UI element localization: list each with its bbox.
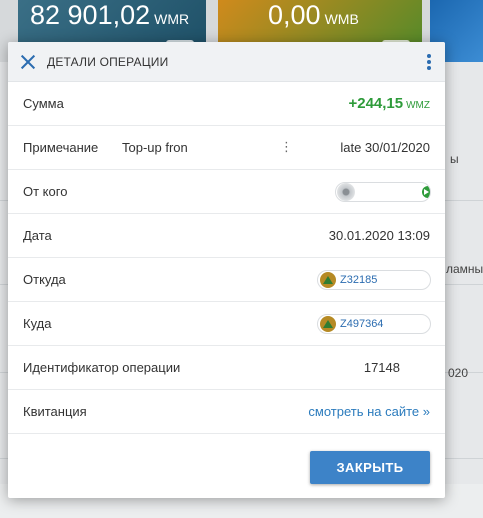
- dialog-title: ДЕТАЛИ ОПЕРАЦИИ: [47, 54, 169, 69]
- close-button[interactable]: ЗАКРЫТЬ: [310, 451, 430, 484]
- source-wallet-id: Z32185: [340, 273, 378, 286]
- wallet-card-balance: 0,00 WMB: [268, 0, 359, 30]
- operation-details-dialog: ДЕТАЛИ ОПЕРАЦИИ Сумма +244,15 WMZ Примеча…: [8, 42, 445, 498]
- destination-label: Куда: [23, 316, 52, 331]
- close-icon[interactable]: [20, 54, 36, 70]
- note-row: Примечание Top-up fron ⋮ late 30/01/2020: [8, 126, 445, 170]
- sender-chip[interactable]: [335, 181, 431, 202]
- background-text: ламны: [446, 262, 483, 276]
- sender-arrow-icon: [422, 185, 430, 198]
- date-value: 30.01.2020 13:09: [328, 228, 430, 243]
- background-text: 020: [448, 366, 469, 380]
- amount-label: Сумма: [23, 96, 64, 111]
- webmoney-icon: [320, 315, 336, 332]
- receipt-row: Квитанция смотреть на сайте »: [8, 390, 445, 434]
- date-row: Дата 30.01.2020 13:09: [8, 214, 445, 258]
- note-label: Примечание: [23, 140, 99, 155]
- operation-id-value: 17148: [363, 360, 400, 375]
- amount-row: Сумма +244,15 WMZ: [8, 82, 445, 126]
- date-label: Дата: [23, 228, 52, 243]
- destination-wallet-id: Z497364: [340, 317, 384, 330]
- source-wallet-chip[interactable]: Z32185: [317, 269, 431, 290]
- background-text: ы: [450, 152, 459, 166]
- note-text-end: late 30/01/2020: [340, 140, 430, 155]
- amount-currency: WMZ: [406, 100, 430, 111]
- sender-row: От кого: [8, 170, 445, 214]
- operation-id-row: Идентификатор операции 17148: [8, 346, 445, 390]
- destination-row: Куда Z497364: [8, 302, 445, 346]
- destination-wallet-chip[interactable]: Z497364: [317, 313, 431, 334]
- note-overflow-icon[interactable]: ⋮: [280, 139, 293, 155]
- note-text: Top-up fron: [122, 140, 188, 155]
- more-options-icon[interactable]: [427, 54, 431, 70]
- amount-value: +244,15 WMZ: [348, 95, 430, 112]
- operation-id-label: Идентификатор операции: [23, 360, 181, 375]
- view-on-site-link[interactable]: смотреть на сайте »: [308, 404, 430, 419]
- sender-label: От кого: [23, 184, 68, 199]
- dialog-header: ДЕТАЛИ ОПЕРАЦИИ: [8, 42, 445, 82]
- webmoney-icon: [320, 271, 336, 288]
- receipt-label: Квитанция: [23, 404, 87, 419]
- sender-avatar: [337, 182, 355, 201]
- wallet-card-balance: 82 901,02 WMR: [30, 0, 190, 30]
- source-label: Откуда: [23, 272, 66, 287]
- source-row: Откуда Z32185: [8, 258, 445, 302]
